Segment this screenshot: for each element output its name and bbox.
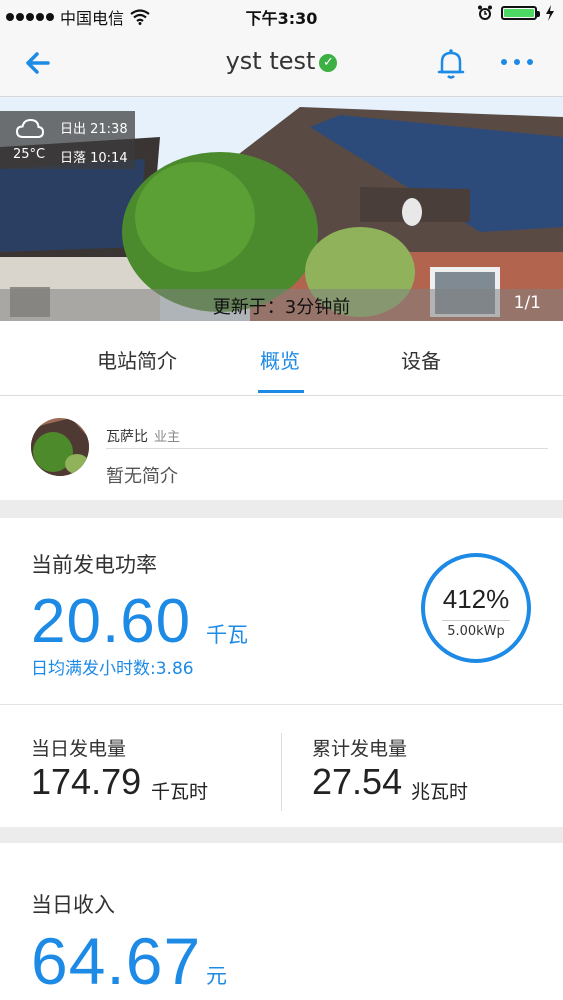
current-power-label: 当前发电功率 [31,553,157,577]
owner-description: 暂无简介 [106,466,178,487]
station-name: yst test [225,47,316,75]
photo-page-indicator: 1/1 [513,293,541,313]
battery-icon [501,6,540,20]
status-right [477,5,555,21]
avatar-image [31,418,89,476]
sunset-label: 日落 10:14 [60,151,128,166]
total-energy-value: 27.54 [312,761,403,802]
update-time-label: 更新于：3分钟前 [212,297,351,318]
weather-widget: 25°C 日出 21:38 日落 10:14 [0,111,135,169]
station-photo-banner[interactable]: 25°C 日出 21:38 日落 10:14 更新于：3分钟前 1/1 [0,97,563,321]
avatar [31,418,89,476]
bell-icon [437,49,465,79]
current-power-card: 当前发电功率 20.60 千瓦 日均满发小时数:3.86 412% 5.00kW… [0,518,563,704]
energy-card: 当日发电量 174.79 千瓦时 累计发电量 27.54 兆瓦时 [0,704,563,827]
page-title: yst test ✓ [0,47,563,75]
alarm-icon [478,5,492,20]
status-bar: 中国电信 下午3:30 [0,0,563,30]
daily-energy-label: 当日发电量 [31,738,127,760]
tab-overview[interactable]: 概览 [260,345,300,374]
notification-button[interactable] [437,48,465,80]
owner-name: 瓦萨比 [106,429,148,445]
current-power-unit: 千瓦 [206,623,248,647]
total-energy-label: 累计发电量 [312,738,408,760]
income-card: 当日收入 64.67 元 [0,843,563,1000]
temperature-label: 25°C [13,147,46,162]
daily-income-value: 64.67 [31,924,202,998]
capacity-ratio-value: 412% [442,584,510,614]
sunrise-label: 日出 21:38 [60,122,128,137]
cloud-icon [16,118,44,138]
daily-energy-unit: 千瓦时 [151,781,209,803]
full-load-hours: 日均满发小时数:3.86 [31,659,194,679]
divider [106,448,548,449]
capacity-ratio-gauge: 412% 5.00kWp [421,553,531,663]
tab-devices[interactable]: 设备 [401,345,441,374]
tab-station-intro[interactable]: 电站简介 [97,345,177,374]
more-dots-icon [501,59,533,65]
daily-income-unit: 元 [206,964,227,988]
update-bar: 更新于：3分钟前 1/1 [0,289,563,321]
total-energy-unit: 兆瓦时 [411,781,469,803]
current-power-value: 20.60 [31,587,192,656]
owner-name-row: 瓦萨比 业主 [106,426,180,446]
installed-capacity: 5.00kWp [447,624,505,639]
energy-divider [281,733,282,811]
more-options-button[interactable] [498,50,538,74]
nav-bar: yst test ✓ [0,30,563,97]
verified-check-icon: ✓ [319,54,338,72]
charging-icon [546,5,554,21]
tab-bar: 电站简介 概览 设备 [0,321,563,396]
daily-energy-value: 174.79 [31,761,142,802]
gauge-divider [442,620,510,621]
active-tab-indicator [258,390,304,393]
owner-card[interactable]: 瓦萨比 业主 暂无简介 [0,396,563,500]
owner-role: 业主 [154,430,181,445]
daily-income-label: 当日收入 [31,893,115,917]
